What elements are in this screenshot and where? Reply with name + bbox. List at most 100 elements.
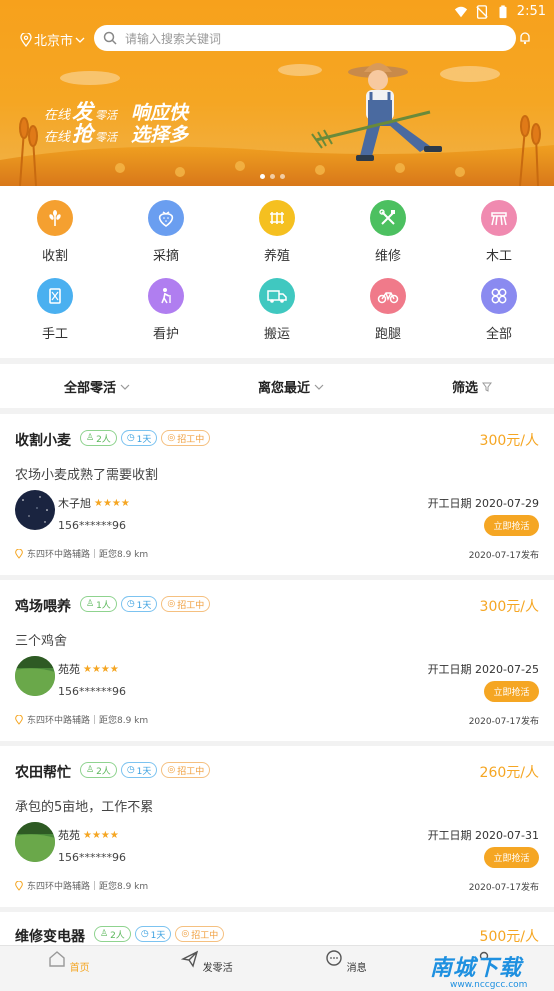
category-harvest[interactable]: 收割 [20,200,90,264]
job-location: 东四环中路辅路｜距您8.9 km [15,547,148,560]
slogan-1c: 零活 [95,109,118,122]
bicycle-icon [370,278,406,314]
category-label: 木工 [485,249,512,264]
category-label: 看护 [152,327,179,342]
category-picking[interactable]: 采摘 [131,200,201,264]
person-icon: ♙ [86,765,95,775]
city-label: 北京市 [34,34,74,49]
people-count: 2人 [96,766,111,777]
job-tags: ♙ 2人 ◷ 1天 ◎ 招工中 [80,762,211,778]
category-label: 跑腿 [374,327,401,342]
watermark: 南城下载 www.nccgcc.com [430,950,527,990]
search-input[interactable]: 请输入搜索关键词 [94,25,516,51]
job-description: 农场小麦成熟了需要收割 [15,468,159,483]
status-badge: ◎ 招工中 [161,596,211,612]
job-location: 东四环中路辅路｜距您8.9 km [15,713,148,726]
wifi-icon [454,6,467,17]
handcraft-icon [37,278,73,314]
carousel-dot[interactable] [270,174,275,179]
publish-date: 2020-07-17发布 [468,883,539,893]
grab-job-button[interactable]: 立即抢活 [484,847,539,868]
days-count: 1天 [136,766,152,777]
clock-icon: ◷ [126,599,135,609]
user-name: 苑苑 [58,829,80,842]
category-label: 手工 [41,327,68,342]
category-label: 维修 [374,249,401,264]
person-icon: ♙ [86,599,95,609]
category-repair[interactable]: 维修 [353,200,423,264]
job-title: 农田帮忙 [15,765,71,781]
grab-job-button[interactable]: 立即抢活 [484,515,539,536]
location-pin-icon [20,32,32,47]
days-tag: ◷ 1天 [120,762,158,778]
search-placeholder: 请输入搜索关键词 [125,31,222,46]
job-price: 260元/人 [479,765,539,781]
job-tags: ♙ 1人 ◷ 1天 ◎ 招工中 [80,596,211,612]
days-tag: ◷ 1天 [134,926,172,942]
no-sim-icon [476,4,488,19]
category-care[interactable]: 看护 [131,278,201,342]
strawberry-icon [148,200,184,236]
tools-icon [370,200,406,236]
avatar[interactable] [15,490,55,530]
home-icon [49,951,66,967]
status-label: 招工中 [177,600,205,611]
category-breeding[interactable]: 养殖 [242,200,312,264]
job-description: 三个鸡舍 [15,634,68,649]
sawhorse-icon [481,200,517,236]
category-moving[interactable]: 搬运 [242,278,312,342]
slogan-1a: 在线 [44,108,71,123]
recruit-icon: ◎ [181,929,190,939]
filter-button[interactable]: 筛选 [452,377,493,396]
carousel-dot[interactable] [280,174,285,179]
filter-nearest[interactable]: 离您最近 [258,377,324,396]
nav-home[interactable]: 首页 [39,950,99,974]
job-card[interactable]: 维修变电器 ♙ 2人 ◷ 1天 ◎ 招工中 500元/人 [0,912,554,945]
recruit-icon: ◎ [167,599,176,609]
avatar[interactable] [15,656,55,696]
status-label: 招工中 [177,434,205,445]
job-price: 300元/人 [479,599,539,615]
start-date: 开工日期 2020-07-31 [427,829,539,842]
location-text: 东四环中路辅路｜距您8.9 km [27,882,149,892]
job-location: 东四环中路辅路｜距您8.9 km [15,879,148,892]
location-pin-icon [15,548,23,559]
carousel-dot[interactable] [260,174,265,179]
filter-nearest-label: 离您最近 [258,381,311,396]
job-card[interactable]: 鸡场喂养 ♙ 1人 ◷ 1天 ◎ 招工中 300元/人 三个鸡舍 苑苑 ★★★★ 15… [0,580,554,741]
person-icon: ♙ [100,929,109,939]
slogan-2b: 抢 [72,122,94,146]
avatar[interactable] [15,822,55,862]
job-card[interactable]: 收割小麦 ♙ 2人 ◷ 1天 ◎ 招工中 300元/人 农场小麦成熟了需要收割 木子旭… [0,414,554,575]
category-all[interactable]: 全部 [464,278,534,342]
category-handcraft[interactable]: 手工 [20,278,90,342]
category-label: 搬运 [263,327,290,342]
bell-icon[interactable] [518,31,532,45]
chevron-down-icon [314,384,324,390]
job-card[interactable]: 农田帮忙 ♙ 2人 ◷ 1天 ◎ 招工中 260元/人 承包的5亩地，工作不累 苑苑 … [0,746,554,907]
category-label: 养殖 [263,249,290,264]
category-errands[interactable]: 跑腿 [353,278,423,342]
people-tag: ♙ 2人 [80,430,117,446]
status-time: 2:51 [516,4,546,19]
start-date: 开工日期 2020-07-29 [427,497,539,510]
nav-messages[interactable]: 消息 [316,950,376,974]
user-phone: 156******96 [58,685,126,698]
nav-post-job[interactable]: 发零活 [177,950,237,974]
people-count: 2人 [110,930,125,941]
all-grid-icon [481,278,517,314]
filter-button-label: 筛选 [452,381,479,396]
carousel-dots [260,174,285,179]
promo-banner[interactable]: 在线 发 零活 响应快 在线 抢 零活 选择多 [0,54,554,186]
people-count: 1人 [96,600,111,611]
grab-job-button[interactable]: 立即抢活 [484,681,539,702]
chevron-down-icon [75,37,85,43]
chat-bubble-icon [326,950,343,966]
filter-all-jobs[interactable]: 全部零活 [64,377,130,396]
user-name-row: 苑苑 ★★★★ [58,827,119,843]
nav-post-job-label: 发零活 [202,963,233,974]
category-carpentry[interactable]: 木工 [464,200,534,264]
fence-icon [259,200,295,236]
category-grid: 收割 采摘 养殖 维修 木工 手工 看护 搬运 跑腿 全部 [0,186,554,358]
city-selector[interactable]: 北京市 [20,30,85,49]
